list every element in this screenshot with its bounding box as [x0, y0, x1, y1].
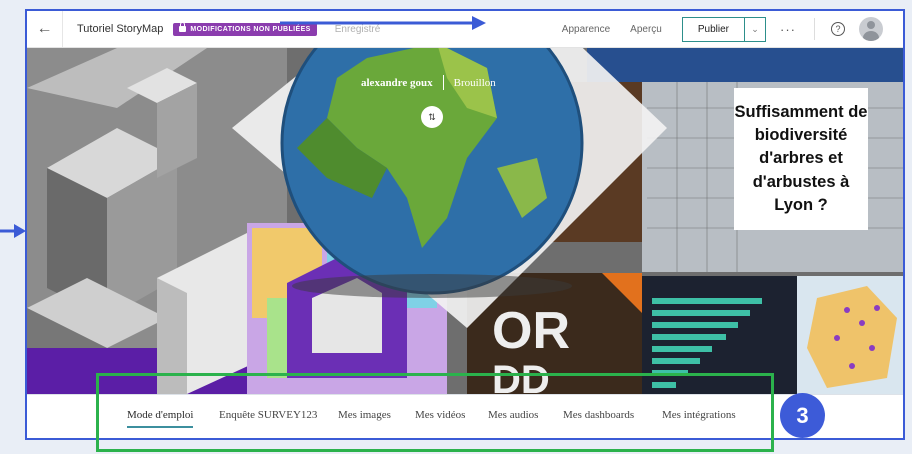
- story-byline: alexandre goux Brouillon: [361, 75, 496, 90]
- navigation-highlight-box: [96, 373, 774, 452]
- publish-button-group: Publier ⌄: [681, 16, 766, 42]
- byline-divider: [442, 75, 444, 90]
- toolbar-divider: [814, 18, 815, 40]
- lock-icon: [179, 22, 187, 32]
- annotation-arrow-left: [0, 224, 26, 238]
- chevron-down-icon[interactable]: ⌄: [745, 18, 765, 41]
- annotation-arrow-top: [280, 16, 486, 30]
- biodiversity-poster: Suffisamment de biodiversité d'arbres et…: [734, 88, 868, 230]
- poster-line: d'arbustes à: [752, 172, 850, 191]
- poster-line: d'arbres et: [759, 149, 843, 168]
- cover-image: OR DD alexandre goux Brouillon ⇅ Suffisa…: [27, 48, 903, 394]
- preview-link[interactable]: Aperçu: [630, 24, 662, 35]
- poster-line: Lyon ?: [774, 195, 828, 214]
- appearance-link[interactable]: Apparence: [562, 24, 610, 35]
- draft-status: Brouillon: [453, 76, 496, 89]
- help-icon[interactable]: ?: [831, 22, 845, 36]
- poster-line: Suffisamment de: [734, 103, 868, 122]
- story-title: Tutoriel StoryMap: [77, 23, 164, 35]
- step-marker: 3: [780, 393, 825, 438]
- publish-button[interactable]: Publier: [683, 17, 745, 41]
- back-arrow-icon[interactable]: ←: [27, 11, 63, 47]
- svg-text:OR: OR: [492, 302, 570, 360]
- user-avatar-icon[interactable]: [859, 17, 883, 41]
- more-icon[interactable]: ···: [780, 22, 796, 37]
- swap-layout-icon[interactable]: ⇅: [421, 106, 443, 128]
- poster-line: biodiversité: [754, 126, 848, 145]
- author-name: alexandre goux: [361, 76, 433, 89]
